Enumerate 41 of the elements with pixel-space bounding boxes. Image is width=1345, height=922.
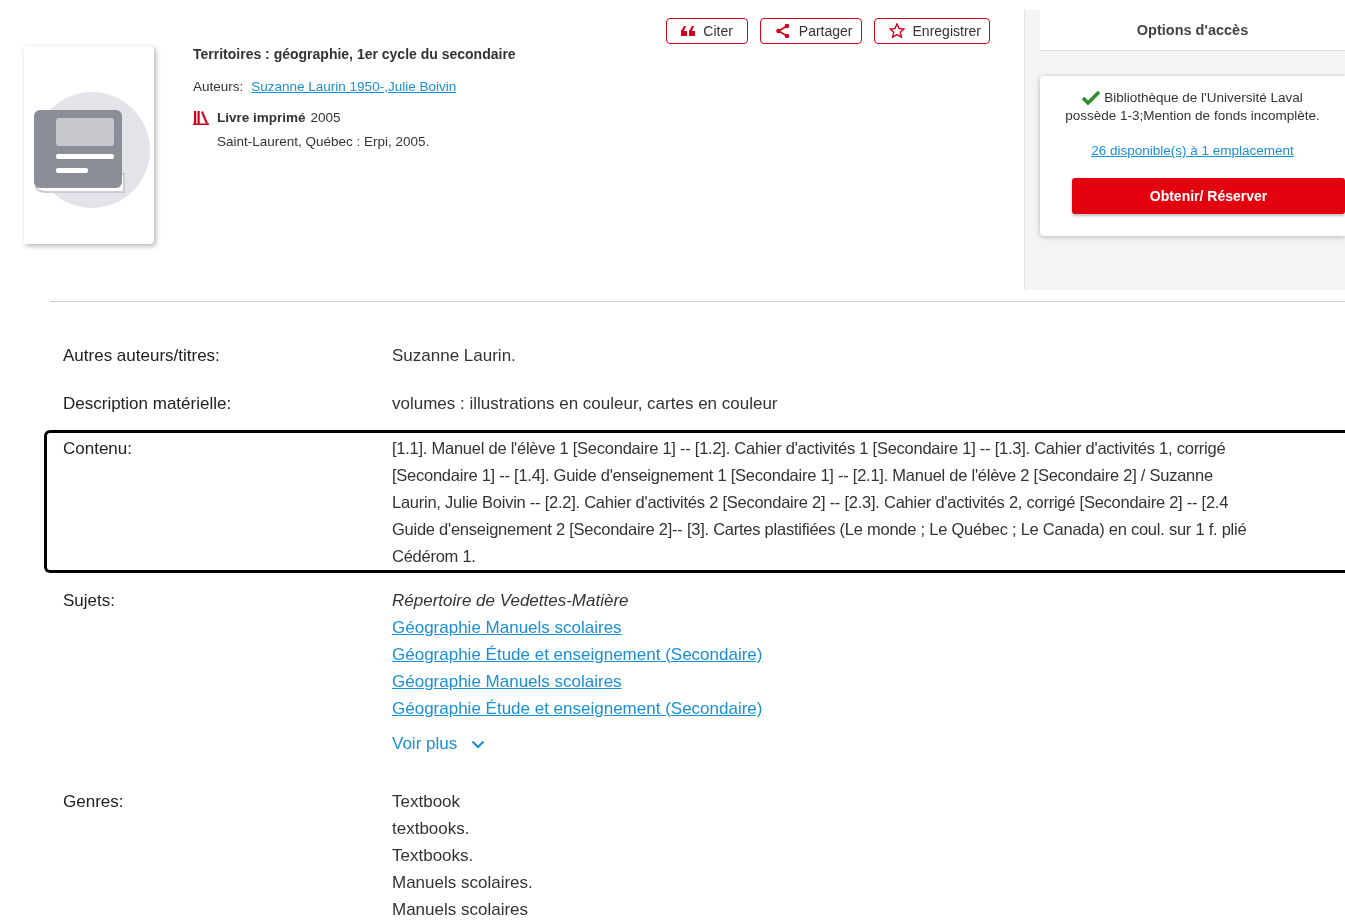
contents-paragraph: [1.1]. Manuel de l'élève 1 [Secondaire 1] -- [1.2]. Cahier d'activités 1 [Secondaire 1] -- [1.3]. Cahier d'activités 1, corrigé [Secondaire 1] -- [1.4]. Guide d'enseignement 1 [Secondaire 1] -- [2.1]. Manuel de l'élève 2 [Secondaire 2] / Suzanne Laurin, Julie Boivin -- [2.2]. Cahier d'activités 2 [Secondaire 2] -- [2.3]. Cahier d'activités 2, corrigé [Secondaire 2] -- [2.4 Guide d'enseignement 2 [Secondaire 2]-- [3]. Cartes plastifiées (Le monde ; Le Québec ; Le Canada) en coul. sur 1 f. plié Cédérom 1. [392, 438, 1248, 567]
field-value: Manuels scolaires. [392, 872, 534, 894]
field-value: Textbooks. [392, 845, 475, 867]
field-value: volumes : illustrations en couleur, cartes en couleur [392, 393, 779, 415]
field-label: Autres auteurs/titres: [63, 345, 221, 367]
field-label: Sujets: [63, 590, 116, 612]
field-label: Genres: [63, 791, 125, 813]
show-more-button[interactable]: Voir plus [392, 734, 486, 754]
year: 2005 [310, 110, 341, 125]
field-label: Contenu: [63, 438, 133, 460]
quote-icon [681, 26, 696, 36]
subject-heading: Répertoire de Vedettes-Matière [392, 590, 630, 612]
panel-title: Options d'accès [1040, 10, 1345, 51]
star-icon [888, 23, 905, 39]
share-icon [774, 23, 791, 39]
action-button[interactable]: Enregistrer [873, 18, 990, 44]
field-value: Suzanne Laurin. [392, 345, 517, 367]
author-link[interactable]: Suzanne Laurin 1950- [251, 79, 385, 94]
action-button[interactable]: Citer [666, 18, 748, 44]
field-label: Description matérielle: [63, 393, 233, 415]
holdings-note: possède 1-3;Mention de fonds incomplète. [1064, 108, 1321, 123]
subject-link[interactable]: Géographie Étude et enseignement (Secondaire) [392, 645, 763, 664]
availability-link[interactable]: 26 disponible(s) à 1 emplacement [1091, 143, 1294, 158]
chevron-down-icon [471, 739, 486, 749]
field-value: Textbook [392, 791, 462, 813]
record-title[interactable]: Territoires : géographie, 1er cycle du secondaire [193, 46, 516, 62]
publication-info: Saint-Laurent, Québec : Erpi, 2005. [217, 134, 431, 149]
library-name: Bibliothèque de l'Université Laval [1104, 90, 1303, 105]
field-value: Manuels scolaires [392, 899, 530, 921]
separator: , [384, 79, 388, 94]
book-thumbnail[interactable] [24, 46, 154, 244]
action-button[interactable]: Partager [759, 18, 862, 44]
field-value: textbooks. [392, 818, 471, 840]
format-label: Livre imprimé [217, 110, 306, 125]
authors-label: Auteurs: [193, 79, 244, 94]
obtain-button[interactable]: Obtenir/ Réserver [1072, 178, 1345, 214]
check-icon [1082, 90, 1101, 105]
books-icon [193, 110, 209, 125]
subject-link[interactable]: Géographie Étude et enseignement (Secondaire) [392, 699, 763, 718]
subject-link[interactable]: Géographie Manuels scolaires [392, 618, 622, 637]
subject-link[interactable]: Géographie Manuels scolaires [392, 672, 622, 691]
